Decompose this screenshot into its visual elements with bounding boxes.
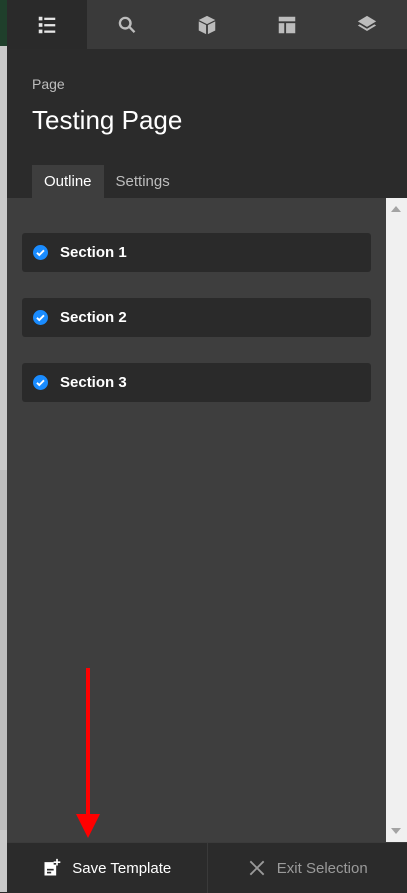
- scroll-up-arrow-icon[interactable]: [391, 206, 401, 212]
- save-template-button[interactable]: Save Template: [7, 843, 207, 893]
- close-icon: [247, 858, 267, 878]
- vertical-scrollbar[interactable]: [386, 198, 407, 842]
- background-strip: [0, 0, 7, 892]
- annotation-arrow-icon: [70, 668, 104, 840]
- exit-selection-button[interactable]: Exit Selection: [207, 843, 407, 893]
- background-strip-top: [0, 0, 7, 46]
- section-item-3[interactable]: Section 3: [22, 363, 371, 402]
- check-circle-icon: [33, 245, 48, 260]
- toolbar-layout-button[interactable]: [247, 0, 327, 49]
- check-circle-icon: [33, 375, 48, 390]
- tab-settings[interactable]: Settings: [104, 165, 182, 198]
- save-template-label: Save Template: [72, 860, 171, 877]
- tab-outline[interactable]: Outline: [32, 165, 104, 198]
- toolbar-outline-button[interactable]: [7, 0, 87, 49]
- top-toolbar: [7, 0, 407, 49]
- page-title: Testing Page: [32, 105, 182, 136]
- exit-selection-label: Exit Selection: [277, 860, 368, 877]
- section-label: Section 2: [60, 309, 127, 326]
- toolbar-layers-button[interactable]: [327, 0, 407, 49]
- page-header: Page Testing Page Outline Settings: [7, 49, 407, 198]
- section-label: Section 1: [60, 244, 127, 261]
- layout-icon: [276, 14, 298, 36]
- page-kicker: Page: [32, 76, 65, 92]
- outline-panel: Section 1 Section 2 Section 3: [7, 198, 386, 842]
- section-list: Section 1 Section 2 Section 3: [22, 233, 371, 428]
- list-icon: [36, 14, 58, 36]
- search-icon: [116, 14, 138, 36]
- section-item-1[interactable]: Section 1: [22, 233, 371, 272]
- layers-icon: [356, 14, 378, 36]
- section-label: Section 3: [60, 374, 127, 391]
- check-circle-icon: [33, 310, 48, 325]
- section-item-2[interactable]: Section 2: [22, 298, 371, 337]
- scroll-down-arrow-icon[interactable]: [391, 828, 401, 834]
- bottom-action-bar: Save Template Exit Selection: [7, 842, 407, 893]
- background-strip-middle: [0, 470, 7, 830]
- toolbar-search-button[interactable]: [87, 0, 167, 49]
- tab-bar: Outline Settings: [32, 165, 182, 198]
- save-template-icon: [42, 858, 62, 878]
- cube-icon: [196, 14, 218, 36]
- toolbar-components-button[interactable]: [167, 0, 247, 49]
